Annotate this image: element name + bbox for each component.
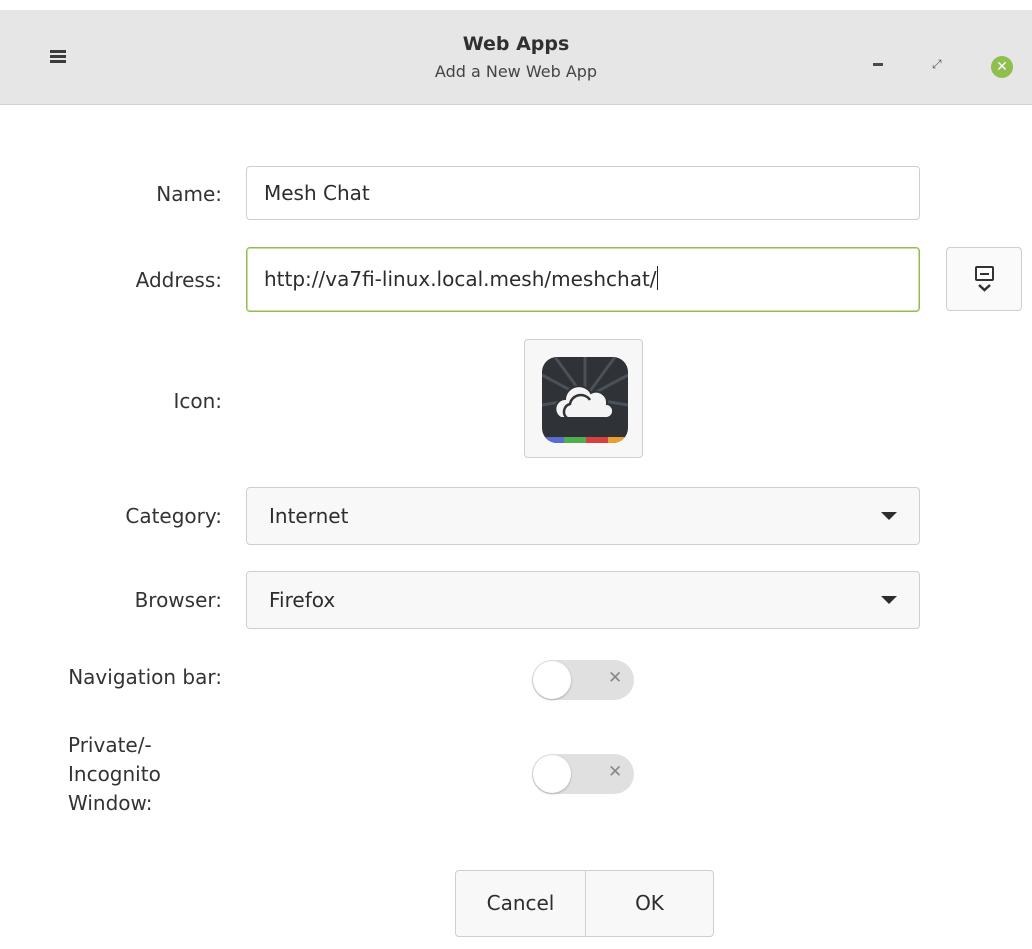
navbar-toggle[interactable]: ✕ (532, 660, 634, 700)
close-icon[interactable]: ✕ (991, 56, 1013, 78)
name-label: Name: (156, 182, 222, 206)
address-input[interactable]: http://va7fi-linux.local.mesh/meshchat/ (246, 247, 920, 312)
dialog-button-group: Cancel OK (455, 870, 714, 937)
download-favicon-icon (975, 266, 994, 292)
private-label-line: Window: (68, 791, 153, 815)
address-value: http://va7fi-linux.local.mesh/meshchat/ (264, 267, 657, 291)
minimize-icon[interactable] (873, 63, 883, 66)
address-label: Address: (135, 268, 222, 292)
fetch-favicon-button[interactable] (946, 247, 1022, 311)
private-label-line: Incognito (68, 762, 161, 786)
navbar-label: Navigation bar: (68, 665, 222, 689)
window-title: Web Apps (462, 33, 570, 55)
category-value: Internet (269, 504, 349, 528)
header-bar: Web Apps Add a New Web App ⤢ ✕ (0, 10, 1032, 105)
cancel-button[interactable]: Cancel (456, 871, 585, 936)
chevron-down-icon (881, 596, 897, 604)
restore-icon[interactable]: ⤢ (932, 57, 942, 72)
browser-label: Browser: (134, 588, 222, 612)
off-icon: ✕ (608, 668, 623, 688)
toggle-knob (533, 661, 571, 699)
browser-dropdown[interactable]: Firefox (246, 571, 920, 629)
ok-button[interactable]: OK (586, 871, 713, 936)
private-window-toggle[interactable]: ✕ (532, 754, 634, 794)
category-dropdown[interactable]: Internet (246, 487, 920, 545)
icon-label: Icon: (173, 389, 222, 413)
name-input[interactable]: Mesh Chat (246, 166, 920, 220)
off-icon: ✕ (608, 762, 623, 782)
app-icon-button[interactable] (524, 339, 643, 458)
toggle-knob (533, 755, 571, 793)
category-label: Category: (125, 504, 222, 528)
chevron-down-icon (881, 512, 897, 520)
private-label: Private/- Incognito Window: (68, 731, 161, 818)
browser-value: Firefox (269, 588, 336, 612)
text-caret (656, 266, 658, 290)
cloud-icon (542, 357, 628, 443)
private-label-line: Private/- (68, 733, 152, 757)
name-value: Mesh Chat (264, 181, 370, 205)
